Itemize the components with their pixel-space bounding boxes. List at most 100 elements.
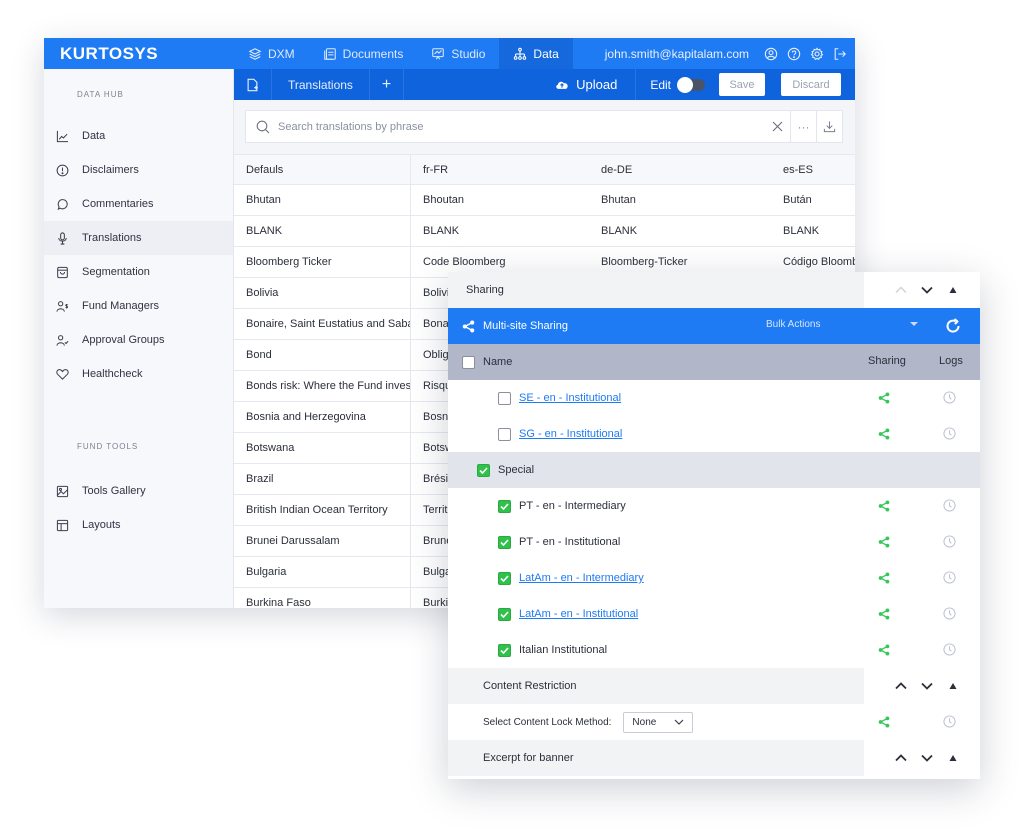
- column-header-fr-fr[interactable]: fr-FR: [411, 155, 589, 184]
- clock-icon[interactable]: [943, 607, 956, 620]
- table-cell[interactable]: BLANK: [234, 216, 411, 246]
- sidebar-item-tools-gallery[interactable]: Tools Gallery: [44, 474, 233, 508]
- chevron-up-icon[interactable]: [894, 679, 908, 693]
- discard-button[interactable]: Discard: [781, 73, 841, 96]
- nav-documents[interactable]: Documents: [309, 38, 418, 69]
- share-icon[interactable]: [878, 644, 890, 656]
- clock-icon[interactable]: [943, 535, 956, 548]
- collapse-triangle-icon[interactable]: [946, 751, 960, 765]
- clock-icon[interactable]: [943, 391, 956, 404]
- column-header-defaults[interactable]: Defauls: [234, 155, 411, 184]
- item-checkbox[interactable]: [498, 499, 511, 513]
- chevron-down-icon[interactable]: [920, 751, 934, 765]
- item-link[interactable]: SG - en - Institutional: [519, 428, 622, 440]
- item-label: Special: [498, 464, 535, 476]
- collapse-triangle-icon[interactable]: [946, 679, 960, 693]
- bulk-actions-dropdown[interactable]: Bulk Actions: [766, 319, 820, 330]
- table-cell[interactable]: Bhutan: [589, 185, 771, 215]
- share-icon[interactable]: [878, 500, 890, 512]
- item-link[interactable]: LatAm - en - Intermediary: [519, 572, 644, 584]
- clock-icon[interactable]: [943, 427, 956, 440]
- clock-icon[interactable]: [943, 643, 956, 656]
- sidebar-item-approval-groups[interactable]: Approval Groups: [44, 323, 233, 357]
- save-button[interactable]: Save: [719, 73, 765, 96]
- sidebar-item-commentaries[interactable]: Commentaries: [44, 187, 233, 221]
- select-all-checkbox[interactable]: [462, 355, 475, 369]
- share-icon[interactable]: [878, 572, 890, 584]
- table-cell[interactable]: Brazil: [234, 464, 411, 494]
- item-checkbox[interactable]: [498, 607, 511, 621]
- table-row[interactable]: BLANK BLANK BLANK BLANK: [234, 216, 855, 247]
- check-icon: [479, 466, 488, 474]
- item-checkbox[interactable]: [498, 643, 511, 657]
- table-cell[interactable]: Bosnia and Herzegovina: [234, 402, 411, 432]
- collapse-triangle-icon[interactable]: [946, 283, 960, 297]
- sidebar-item-data[interactable]: Data: [44, 119, 233, 153]
- add-tab-button[interactable]: +: [370, 69, 405, 100]
- refresh-icon[interactable]: [944, 317, 962, 335]
- table-cell[interactable]: Brunei Darussalam: [234, 526, 411, 556]
- nav-dxm[interactable]: DXM: [234, 38, 309, 69]
- sidebar-item-disclaimers[interactable]: Disclaimers: [44, 153, 233, 187]
- gear-icon[interactable]: [810, 46, 824, 61]
- chevron-down-icon[interactable]: [920, 679, 934, 693]
- nav-data[interactable]: Data: [499, 38, 573, 69]
- table-cell[interactable]: British Indian Ocean Territory: [234, 495, 411, 525]
- search-input[interactable]: [246, 111, 764, 142]
- tab-translations[interactable]: Translations: [272, 69, 370, 100]
- table-cell[interactable]: BLANK: [411, 216, 589, 246]
- item-link[interactable]: LatAm - en - Institutional: [519, 608, 638, 620]
- clear-search-button[interactable]: [764, 111, 790, 142]
- column-header-de-de[interactable]: de-DE: [589, 155, 771, 184]
- clock-icon[interactable]: [943, 499, 956, 512]
- help-icon[interactable]: [787, 47, 801, 61]
- logout-icon[interactable]: [833, 47, 847, 61]
- table-cell[interactable]: Bonds risk: Where the Fund invests: [234, 371, 411, 401]
- table-cell[interactable]: Bolivia: [234, 278, 411, 308]
- upload-button[interactable]: Upload: [555, 69, 637, 100]
- table-row[interactable]: Bhutan Bhoutan Bhutan Bután: [234, 185, 855, 216]
- clock-icon[interactable]: [943, 571, 956, 584]
- sidebar-item-segmentation[interactable]: Segmentation: [44, 255, 233, 289]
- table-cell[interactable]: Bonaire, Saint Eustatius and Saba: [234, 309, 411, 339]
- table-cell[interactable]: BLANK: [589, 216, 771, 246]
- table-cell[interactable]: Bhutan: [234, 185, 411, 215]
- user-icon[interactable]: [764, 47, 778, 61]
- sidebar-item-translations[interactable]: Translations: [44, 221, 233, 255]
- item-checkbox[interactable]: [477, 463, 490, 477]
- table-cell[interactable]: Bután: [771, 185, 855, 215]
- item-checkbox[interactable]: [498, 571, 511, 585]
- table-cell[interactable]: Bhoutan: [411, 185, 589, 215]
- nav-studio[interactable]: Studio: [417, 38, 499, 69]
- clock-icon[interactable]: [943, 715, 956, 728]
- download-button[interactable]: [816, 111, 842, 142]
- item-checkbox[interactable]: [498, 427, 511, 441]
- table-cell[interactable]: Botswana: [234, 433, 411, 463]
- item-checkbox[interactable]: [498, 391, 511, 405]
- table-cell[interactable]: BLANK: [771, 216, 855, 246]
- more-options-button[interactable]: ···: [790, 111, 816, 142]
- share-icon[interactable]: [878, 608, 890, 620]
- chevron-down-icon[interactable]: [920, 283, 934, 297]
- chevron-up-icon[interactable]: [894, 283, 908, 297]
- table-cell[interactable]: Bloomberg Ticker: [234, 247, 411, 277]
- table-cell[interactable]: Burkina Faso: [234, 588, 411, 608]
- column-header-es-es[interactable]: es-ES: [771, 155, 855, 184]
- sidebar-item-fund-managers[interactable]: Fund Managers: [44, 289, 233, 323]
- user-email[interactable]: john.smith@kapitalam.com: [605, 47, 749, 61]
- share-icon[interactable]: [878, 428, 890, 440]
- share-icon[interactable]: [878, 716, 890, 728]
- sidebar-item-layouts[interactable]: Layouts: [44, 508, 233, 542]
- share-icon[interactable]: [878, 392, 890, 404]
- sidebar-item-healthcheck[interactable]: Healthcheck: [44, 357, 233, 391]
- edit-toggle[interactable]: [677, 76, 705, 93]
- new-document-button[interactable]: [234, 69, 272, 100]
- caret-down-icon[interactable]: [910, 322, 918, 326]
- chevron-up-icon[interactable]: [894, 751, 908, 765]
- content-lock-select[interactable]: None: [623, 711, 694, 733]
- table-cell[interactable]: Bulgaria: [234, 557, 411, 587]
- share-icon[interactable]: [878, 536, 890, 548]
- item-link[interactable]: SE - en - Institutional: [519, 392, 621, 404]
- item-checkbox[interactable]: [498, 535, 511, 549]
- table-cell[interactable]: Bond: [234, 340, 411, 370]
